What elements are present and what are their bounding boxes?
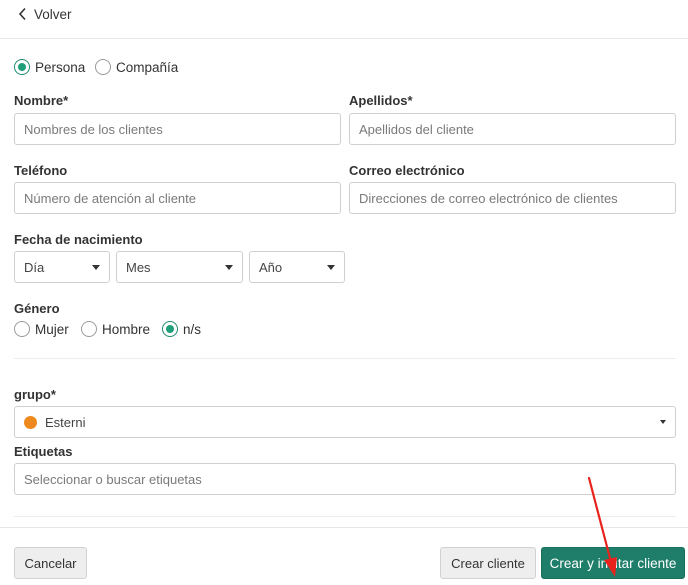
caret-down-icon — [92, 264, 100, 270]
radio-mujer[interactable]: Mujer — [14, 321, 69, 337]
surname-field[interactable] — [349, 113, 676, 145]
radio-persona-circle — [14, 59, 30, 75]
surname-label: Apellidos* — [349, 93, 413, 108]
email-field[interactable] — [349, 182, 676, 214]
annotation-arrow-icon — [587, 476, 617, 577]
group-value: Esterni — [45, 414, 86, 430]
radio-ns-label: n/s — [183, 321, 202, 337]
chevron-left-icon — [18, 7, 26, 21]
phone-label: Teléfono — [14, 163, 68, 178]
radio-hombre-circle — [81, 321, 97, 337]
birth-month-select[interactable]: Mes — [116, 251, 243, 283]
caret-down-icon — [225, 264, 233, 270]
back-link[interactable]: Volver — [18, 4, 72, 24]
radio-persona-label: Persona — [35, 59, 86, 75]
group-select[interactable]: Esterni — [14, 406, 676, 438]
tags-label: Etiquetas — [14, 444, 73, 459]
caret-down-icon — [660, 420, 666, 424]
group-label: grupo* — [14, 387, 56, 402]
radio-mujer-label: Mujer — [35, 321, 69, 337]
radio-hombre[interactable]: Hombre — [81, 321, 150, 337]
cancel-button[interactable]: Cancelar — [14, 547, 87, 579]
radio-ns-circle — [162, 321, 178, 337]
radio-persona[interactable]: Persona — [14, 59, 85, 75]
radio-mujer-circle — [14, 321, 30, 337]
gender-label: Género — [14, 301, 60, 316]
tags-field[interactable] — [14, 463, 676, 495]
group-color-dot — [24, 415, 37, 429]
caret-down-icon — [327, 264, 335, 270]
birthdate-label: Fecha de nacimiento — [14, 232, 143, 247]
birth-day-value: Día — [24, 259, 45, 275]
radio-compania[interactable]: Compañía — [95, 59, 178, 75]
email-label: Correo electrónico — [349, 163, 465, 178]
section-divider — [14, 358, 676, 359]
name-label: Nombre* — [14, 93, 69, 108]
birth-day-select[interactable]: Día — [14, 251, 110, 283]
birth-year-value: Año — [259, 259, 283, 275]
birth-month-value: Mes — [126, 259, 151, 275]
back-label: Volver — [34, 6, 72, 22]
name-field[interactable] — [14, 113, 341, 145]
radio-compania-circle — [95, 59, 111, 75]
create-client-button[interactable]: Crear cliente — [440, 547, 536, 579]
birth-year-select[interactable]: Año — [249, 251, 345, 283]
form-bottom-divider — [14, 516, 676, 517]
phone-field[interactable] — [14, 182, 341, 214]
header-divider — [0, 38, 688, 39]
radio-ns[interactable]: n/s — [162, 321, 201, 337]
radio-compania-label: Compañía — [116, 59, 179, 75]
radio-hombre-label: Hombre — [102, 321, 151, 337]
